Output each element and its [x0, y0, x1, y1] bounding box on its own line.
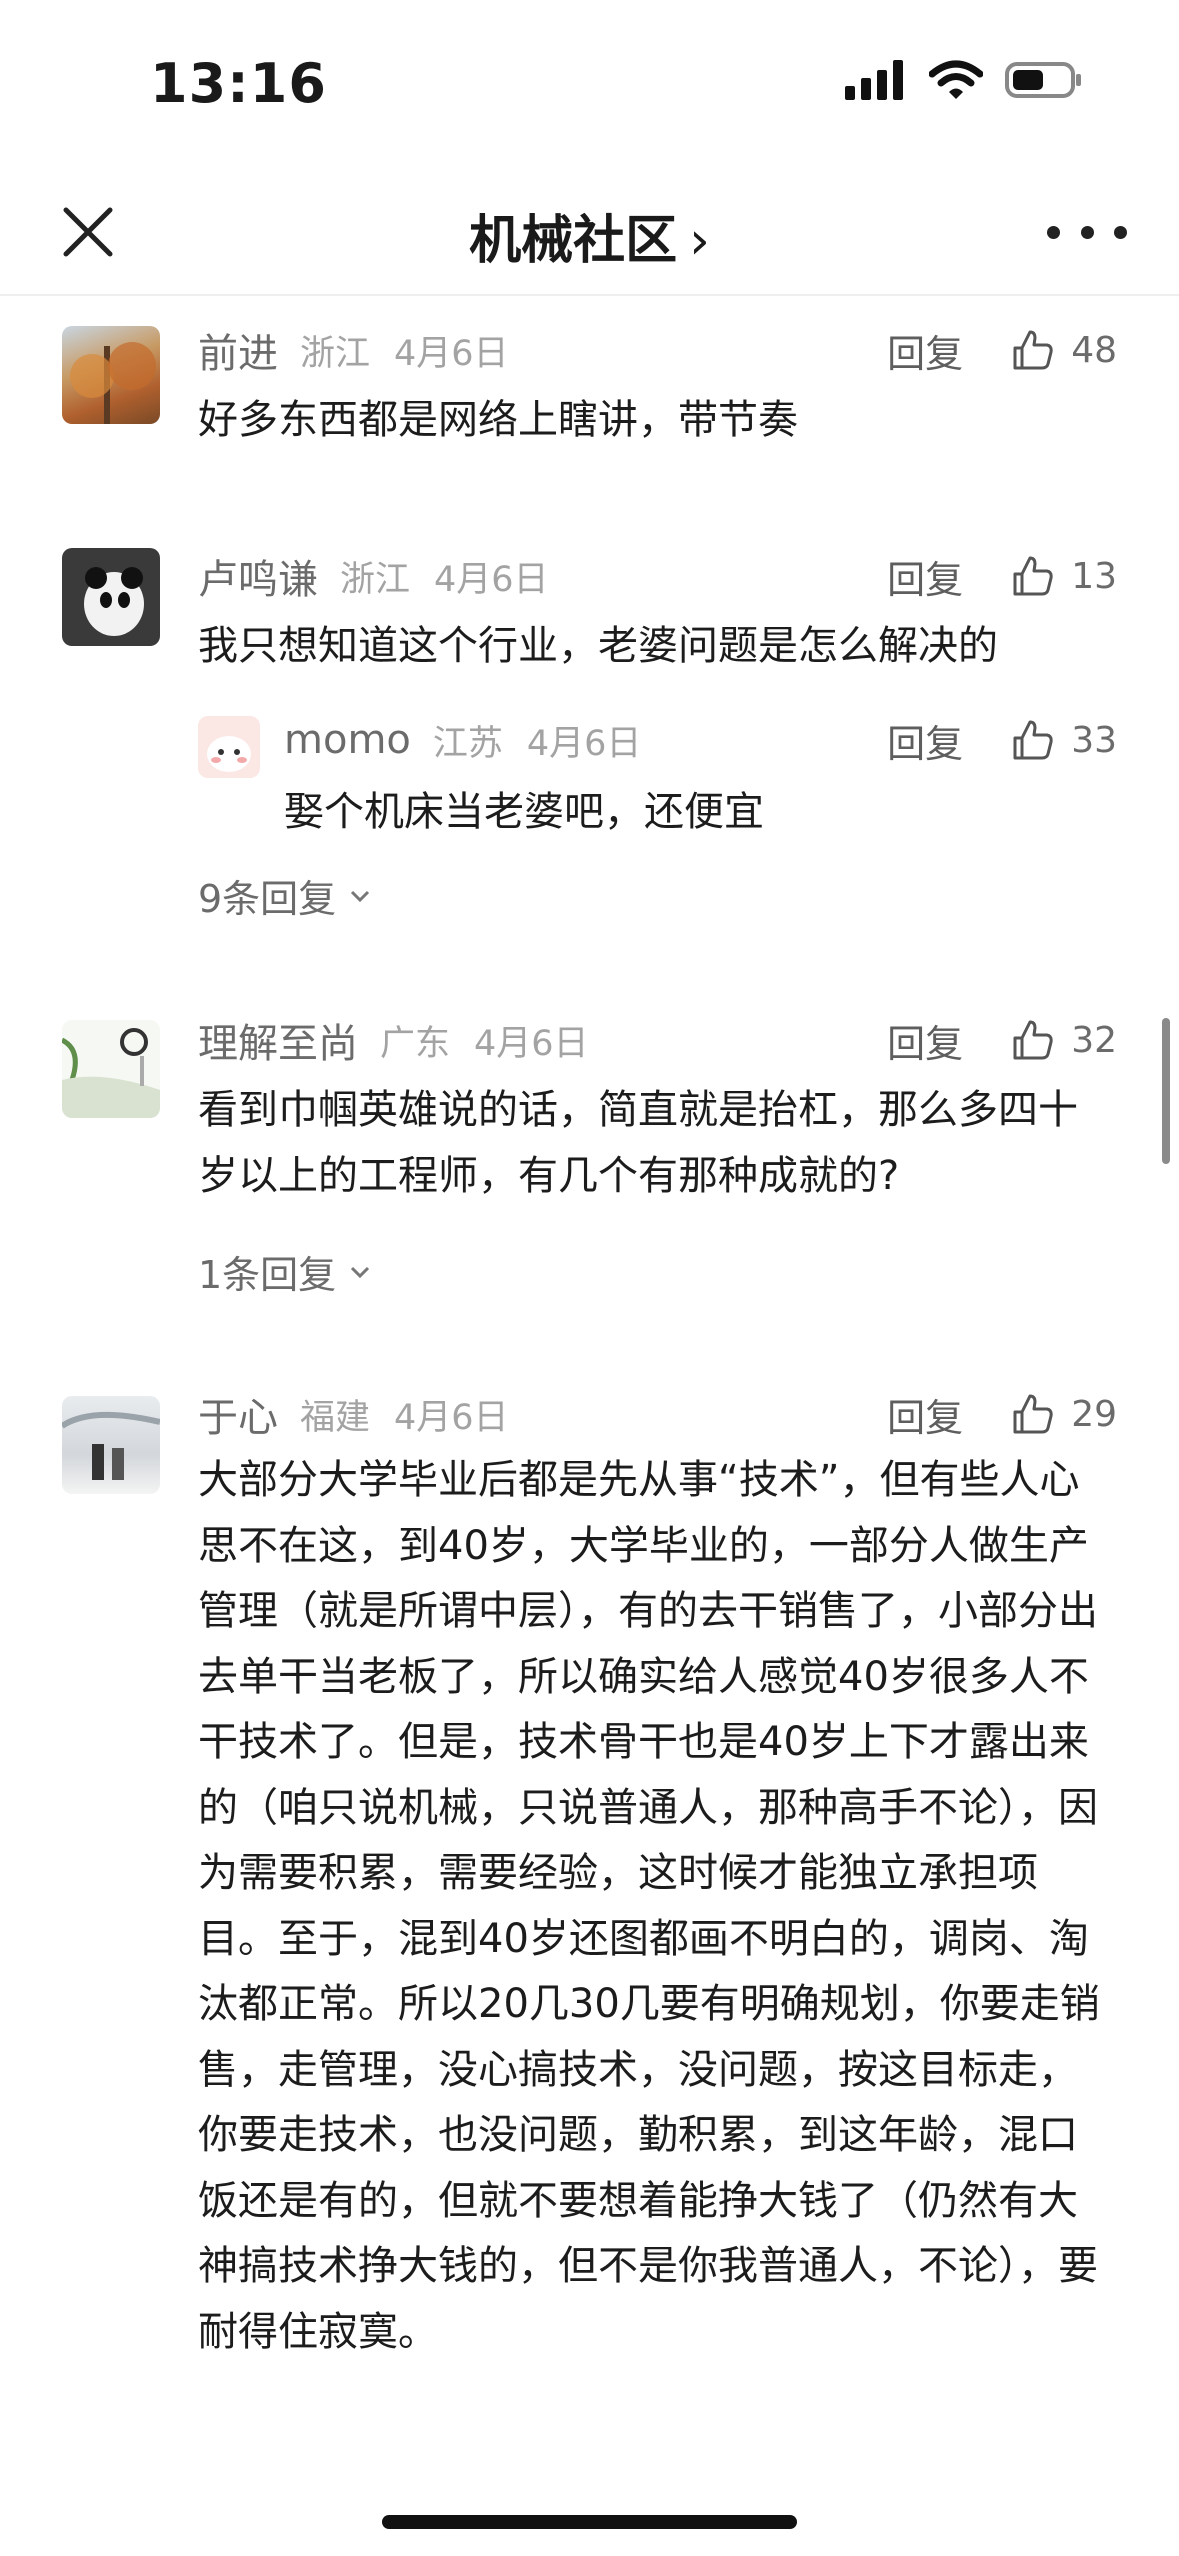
reply-button[interactable]: 回复 — [887, 323, 963, 378]
thumbs-up-icon — [1013, 720, 1053, 760]
reply-text: 娶个机床当老婆吧，还便宜 — [284, 789, 764, 835]
home-indicator[interactable] — [382, 2515, 797, 2529]
comment-text: 我只想知道这个行业，老婆问题是怎么解决的 — [198, 623, 998, 669]
battery-icon — [1005, 62, 1081, 98]
commenter-name[interactable]: 卢鸣谦 — [198, 547, 318, 605]
like-button[interactable]: 33 — [1009, 716, 1117, 764]
like-button[interactable]: 13 — [1009, 552, 1117, 600]
commenter-region: 福建 — [300, 1397, 371, 1438]
like-count: 32 — [1071, 1019, 1117, 1061]
comment-date: 4月6日 — [474, 1023, 589, 1064]
reply-count-label: 1条回复 — [198, 1253, 337, 1297]
commenter-name[interactable]: 于心 — [198, 1385, 278, 1443]
comment-date: 4月6日 — [394, 1397, 509, 1438]
reply-button[interactable]: 回复 — [887, 1013, 963, 1068]
expand-replies-button[interactable]: 1条回复 — [198, 1244, 374, 1299]
more-options-icon[interactable] — [1047, 204, 1127, 260]
chevron-right-icon: › — [689, 211, 710, 271]
avatar[interactable] — [62, 326, 160, 424]
chevron-down-icon — [351, 890, 370, 902]
comment-date: 4月6日 — [394, 333, 509, 374]
like-count: 13 — [1071, 555, 1117, 597]
reply-date: 4月6日 — [526, 723, 642, 764]
commenter-name[interactable]: 前进 — [198, 321, 278, 379]
like-count: 33 — [1071, 719, 1117, 761]
comment-date: 4月6日 — [434, 559, 549, 600]
community-title-text: 机械社区 — [469, 211, 678, 271]
cellular-signal-icon — [845, 60, 903, 100]
scrollbar[interactable] — [1162, 1018, 1170, 1164]
like-button[interactable]: 29 — [1009, 1390, 1117, 1438]
avatar[interactable] — [198, 716, 260, 778]
avatar[interactable] — [62, 1020, 160, 1118]
chevron-down-icon — [351, 1266, 370, 1278]
thumbs-up-icon — [1013, 1394, 1053, 1434]
reply-count-label: 9条回复 — [198, 877, 337, 921]
like-button[interactable]: 48 — [1009, 326, 1117, 374]
commenter-region: 广东 — [380, 1023, 451, 1064]
like-button[interactable]: 32 — [1009, 1016, 1117, 1064]
thumbs-up-icon — [1013, 330, 1053, 370]
commenter-region: 浙江 — [300, 333, 371, 374]
reply-button[interactable]: 回复 — [887, 1387, 963, 1442]
like-count: 48 — [1071, 329, 1117, 371]
nav-bar: 机械社区 › — [0, 170, 1179, 296]
comment-text: 好多东西都是网络上瞎讲，带节奏 — [198, 397, 798, 443]
thumbs-up-icon — [1013, 556, 1053, 596]
community-title[interactable]: 机械社区 › — [0, 198, 1179, 273]
status-time: 13:16 — [150, 52, 327, 115]
reply-button[interactable]: 回复 — [887, 549, 963, 604]
wifi-icon — [929, 60, 983, 99]
status-bar: 13:16 — [0, 0, 1179, 170]
avatar[interactable] — [62, 1396, 160, 1494]
comment-text: 大部分大学毕业后都是先从事“技术”，但有些人心思不在这，到40岁，大学毕业的，一… — [198, 1457, 1100, 2355]
reply-button[interactable]: 回复 — [887, 713, 963, 768]
expand-replies-button[interactable]: 9条回复 — [198, 868, 374, 923]
like-count: 29 — [1071, 1393, 1117, 1435]
thumbs-up-icon — [1013, 1020, 1053, 1060]
reply-author-name[interactable]: momo — [284, 717, 411, 763]
avatar[interactable] — [62, 548, 160, 646]
reply-author-region: 江苏 — [432, 723, 503, 764]
commenter-region: 浙江 — [340, 559, 411, 600]
status-icons — [845, 60, 1083, 100]
commenter-name[interactable]: 理解至尚 — [198, 1011, 358, 1069]
comment-text: 看到巾帼英雄说的话，简直就是抬杠，那么多四十岁以上的工程师，有几个有那种成就的? — [198, 1087, 1078, 1199]
